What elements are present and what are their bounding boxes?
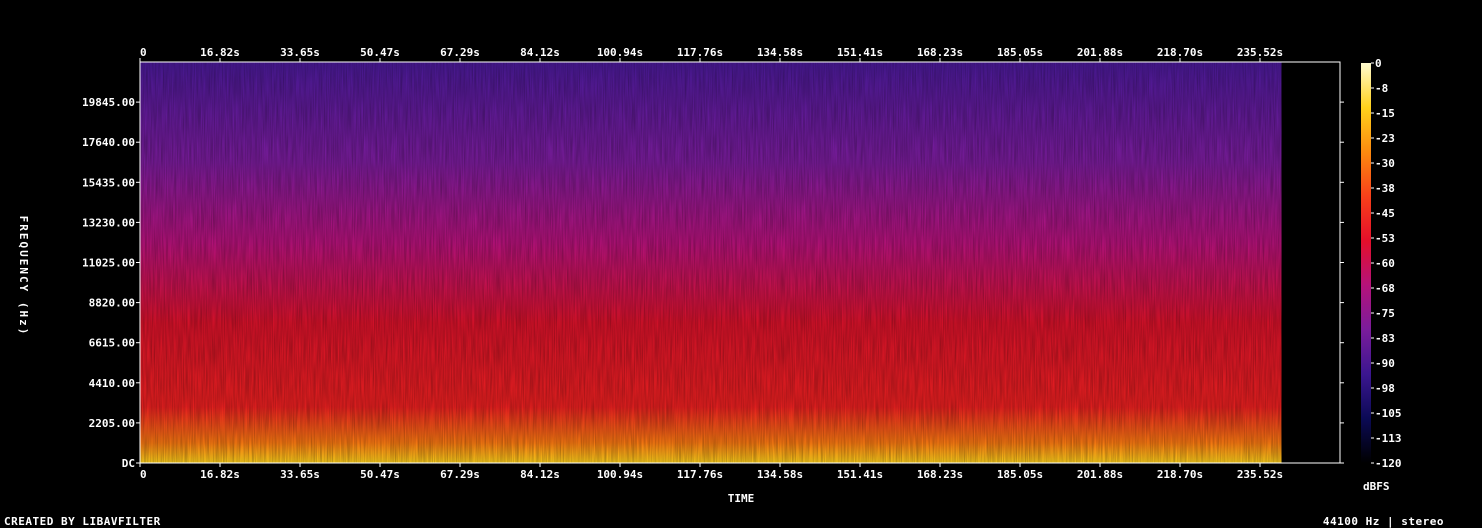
db-tick-label: -15 <box>1375 107 1395 120</box>
freq-tick-label: 17640.00 <box>82 136 135 149</box>
time-tick-label-top: 33.65s <box>280 46 320 59</box>
freq-tick-label: 4410.00 <box>89 377 135 390</box>
time-tick-label-top: 84.12s <box>520 46 560 59</box>
time-tick-label-bottom: 117.76s <box>677 468 723 481</box>
time-tick-label-top: 185.05s <box>997 46 1043 59</box>
time-tick-label-bottom: 151.41s <box>837 468 883 481</box>
db-tick-label: -98 <box>1375 382 1395 395</box>
time-tick-label-top: 0 <box>140 46 147 59</box>
freq-tick-label: 13230.00 <box>82 216 135 229</box>
colorbar <box>1361 63 1371 463</box>
spectrogram-plot-area <box>140 62 1340 463</box>
db-tick-label: -38 <box>1375 182 1395 195</box>
freq-tick-label: 6615.00 <box>89 337 135 350</box>
db-tick-label: -105 <box>1375 407 1402 420</box>
freq-tick-label: DC <box>122 457 135 470</box>
time-tick-label-top: 201.88s <box>1077 46 1123 59</box>
time-tick-label-bottom: 0 <box>140 468 147 481</box>
time-tick-label-bottom: 100.94s <box>597 468 643 481</box>
db-tick-label: -45 <box>1375 207 1395 220</box>
db-tick-label: -113 <box>1375 432 1402 445</box>
freq-tick-label: 15435.00 <box>82 176 135 189</box>
freq-tick-label: 19845.00 <box>82 96 135 109</box>
db-tick-label: -90 <box>1375 357 1395 370</box>
db-tick-label: -53 <box>1375 232 1395 245</box>
time-tick-label-top: 117.76s <box>677 46 723 59</box>
time-tick-label-top: 50.47s <box>360 46 400 59</box>
db-tick-label: -30 <box>1375 157 1395 170</box>
time-tick-label-bottom: 185.05s <box>997 468 1043 481</box>
db-tick-label: -23 <box>1375 132 1395 145</box>
time-tick-label-top: 134.58s <box>757 46 803 59</box>
time-tick-label-bottom: 218.70s <box>1157 468 1203 481</box>
time-tick-label-bottom: 16.82s <box>200 468 240 481</box>
time-tick-label-top: 168.23s <box>917 46 963 59</box>
time-tick-label-top: 16.82s <box>200 46 240 59</box>
time-tick-label-top: 235.52s <box>1237 46 1283 59</box>
colorbar-ticks: 0 -8 -15 -23 -30 -38 -45 -53 -60 -68 -75 -83 -90 -98 -… <box>1371 57 1402 470</box>
db-tick-label: -60 <box>1375 257 1395 270</box>
x-axis-label: TIME <box>728 492 755 505</box>
db-tick-label: -8 <box>1375 82 1388 95</box>
footer-credit: CREATED BY LIBAVFILTER <box>4 515 161 528</box>
time-tick-label-bottom: 67.29s <box>440 468 480 481</box>
freq-tick-label: 2205.00 <box>89 417 135 430</box>
time-tick-label-top: 100.94s <box>597 46 643 59</box>
time-tick-label-top: 67.29s <box>440 46 480 59</box>
db-tick-label: -68 <box>1375 282 1395 295</box>
spectrum-noise-overlay <box>140 62 1282 463</box>
freq-tick-label: 11025.00 <box>82 257 135 270</box>
time-tick-label-bottom: 84.12s <box>520 468 560 481</box>
time-tick-label-bottom: 33.65s <box>280 468 320 481</box>
db-tick-label: -120 <box>1375 457 1402 470</box>
db-tick-label: 0 <box>1375 57 1382 70</box>
time-tick-label-bottom: 168.23s <box>917 468 963 481</box>
y-axis-label: FREQUENCY (Hz) <box>17 216 30 337</box>
time-tick-label-bottom: 134.58s <box>757 468 803 481</box>
db-tick-label: -83 <box>1375 332 1395 345</box>
time-tick-label-bottom: 50.47s <box>360 468 400 481</box>
freq-tick-label: 8820.00 <box>89 297 135 310</box>
time-tick-label-top: 218.70s <box>1157 46 1203 59</box>
footer-sample-info: 44100 Hz | stereo <box>1322 515 1444 528</box>
time-tick-label-bottom: 201.88s <box>1077 468 1123 481</box>
time-tick-label-bottom: 235.52s <box>1237 468 1283 481</box>
db-tick-label: -75 <box>1375 307 1395 320</box>
spectrogram-chart: 0 0 16.82s 16.82s 33.65s 33.65s 50.47s 50.47s 67… <box>17 46 1402 505</box>
time-tick-label-top: 151.41s <box>837 46 883 59</box>
colorbar-label: dBFS <box>1363 480 1390 493</box>
